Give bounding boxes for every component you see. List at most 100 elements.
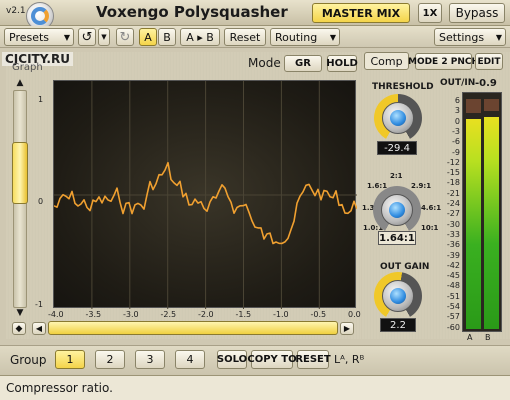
meter-b-label: B	[485, 333, 491, 342]
meter-scale-tick: -57	[446, 312, 460, 322]
gain-reduction-graph	[53, 80, 358, 309]
mode-hold-button[interactable]: HOLD	[326, 55, 358, 72]
ratio-value[interactable]: 1.64:1	[378, 231, 416, 245]
x-tick: -4.0	[48, 310, 64, 319]
reset-button[interactable]: Reset	[224, 28, 266, 46]
routing-dropdown[interactable]: Routing ▼	[270, 28, 340, 46]
scroll-up-arrow[interactable]: ▲	[11, 78, 29, 90]
group-reset-button[interactable]: RESET	[295, 350, 331, 369]
scroll-left-arrow[interactable]: ◀	[32, 322, 46, 335]
threshold-value[interactable]: -29.4	[377, 141, 417, 155]
meter-scale-tick: -39	[446, 250, 460, 260]
chevron-down-icon: ▼	[101, 33, 107, 41]
level-meter	[462, 92, 502, 332]
undo-button[interactable]: ↺	[78, 28, 96, 46]
x-tick: -0.5	[310, 310, 327, 319]
presets-label: Presets	[9, 30, 50, 44]
master-mix-button[interactable]: MASTER MIX	[312, 3, 410, 23]
group-4-button[interactable]: 4	[175, 350, 205, 369]
meter-scale-tick: -51	[446, 291, 460, 301]
preset-b-button[interactable]: B	[158, 28, 176, 46]
bypass-button[interactable]: Bypass	[449, 3, 505, 23]
y-tick-neg1: -1	[35, 300, 43, 309]
ratio-knob[interactable]	[373, 186, 421, 234]
meter-scale-tick: -12	[446, 157, 460, 167]
channel-routing-label: Lᴬ, Rᴮ	[334, 353, 365, 366]
ratio-mark-10-1: 10:1	[421, 224, 439, 232]
mode-label: Mode	[248, 56, 281, 70]
out-gain-value[interactable]: 2.2	[380, 318, 416, 332]
copy-to-button[interactable]: COPY TO	[247, 350, 297, 369]
group-1-button[interactable]: 1	[55, 350, 85, 369]
undo-icon: ↺	[81, 29, 93, 45]
meter-scale-tick: -36	[446, 240, 460, 250]
logo-icon	[31, 7, 49, 25]
redo-button[interactable]: ↻	[116, 28, 134, 46]
version-label: v2.1	[6, 6, 26, 16]
group-2-button[interactable]: 2	[95, 350, 125, 369]
out-gain-label: OUT GAIN	[380, 262, 430, 272]
meter-scale-tick: -6	[452, 137, 460, 147]
meter-scale-tick: -48	[446, 281, 460, 291]
out-gain-knob[interactable]	[374, 272, 422, 320]
settings-dropdown[interactable]: Settings ▼	[434, 28, 506, 46]
meter-scale-tick: -30	[446, 219, 460, 229]
out-in-value: -0.9	[475, 78, 497, 89]
meter-a-reduction	[466, 99, 481, 113]
meter-scale-tick: -3	[452, 126, 460, 136]
mode-gr-button[interactable]: GR	[284, 55, 322, 72]
graph-svg	[53, 81, 358, 309]
scroll-right-arrow[interactable]: ▶	[340, 322, 354, 335]
x-tick: -2.0	[198, 310, 214, 319]
app-title: Voxengo Polysquasher	[96, 3, 288, 21]
meter-scale-tick: 3	[454, 106, 460, 116]
meter-scale-tick: -9	[452, 147, 460, 157]
meter-scale-tick: -21	[446, 188, 460, 198]
graph-grid	[54, 81, 357, 309]
zoom-fit-button[interactable]: ◆	[12, 322, 26, 335]
threshold-label: THRESHOLD	[372, 82, 434, 92]
meter-a-level	[466, 119, 481, 329]
meter-scale-tick: -18	[446, 178, 460, 188]
meter-scale-tick: 0	[454, 116, 460, 126]
out-in-label: OUT/IN	[440, 78, 476, 88]
redo-icon: ↻	[119, 29, 131, 45]
meter-scale-tick: -42	[446, 260, 460, 270]
x-tick: -1.5	[235, 310, 252, 319]
x-tick: -3.0	[123, 310, 139, 319]
chevron-down-icon: ▼	[329, 32, 336, 42]
ratio-mark-2-1: 2:1	[390, 172, 403, 180]
chevron-down-icon: ▼	[495, 32, 502, 42]
group-3-button[interactable]: 3	[135, 350, 165, 369]
x-tick: 0.0	[348, 310, 361, 319]
knob-indicator-icon	[389, 202, 405, 218]
meter-scale-tick: -45	[446, 271, 460, 281]
y-tick-1: 1	[38, 95, 44, 104]
meter-scale-tick: -60	[446, 322, 460, 332]
undo-history-button[interactable]: ▼	[98, 28, 110, 46]
edit-button[interactable]: EDIT	[475, 53, 503, 70]
meter-b-reduction	[484, 99, 499, 111]
meter-scale-tick: -27	[446, 209, 460, 219]
preset-a-button[interactable]: A	[139, 28, 157, 46]
meter-scale-tick: -33	[446, 229, 460, 239]
ratio-1x-button[interactable]: 1X	[418, 3, 442, 23]
scroll-down-arrow[interactable]: ▼	[11, 308, 29, 320]
meter-scale-tick: -15	[446, 168, 460, 178]
chevron-down-icon: ▼	[63, 32, 70, 42]
group-label: Group	[10, 353, 47, 367]
x-tick: -2.5	[160, 310, 177, 319]
mode2-punch-button[interactable]: MODE 2 PNCH	[408, 53, 479, 70]
y-scroll-thumb[interactable]	[12, 142, 28, 204]
presets-dropdown[interactable]: Presets ▼	[4, 28, 74, 46]
copy-a-to-b-button[interactable]: A ▸ B	[180, 28, 220, 46]
x-scrollbar[interactable]	[48, 321, 338, 335]
solo-button[interactable]: SOLO	[217, 350, 247, 369]
meter-scale-tick: -54	[446, 302, 460, 311]
routing-label: Routing	[275, 30, 318, 44]
threshold-knob[interactable]	[374, 94, 422, 142]
x-tick: -3.5	[85, 310, 102, 319]
tab-comp[interactable]: Comp	[364, 52, 409, 70]
meter-b-level	[484, 117, 499, 329]
meter-scale-tick: 6	[454, 96, 460, 105]
